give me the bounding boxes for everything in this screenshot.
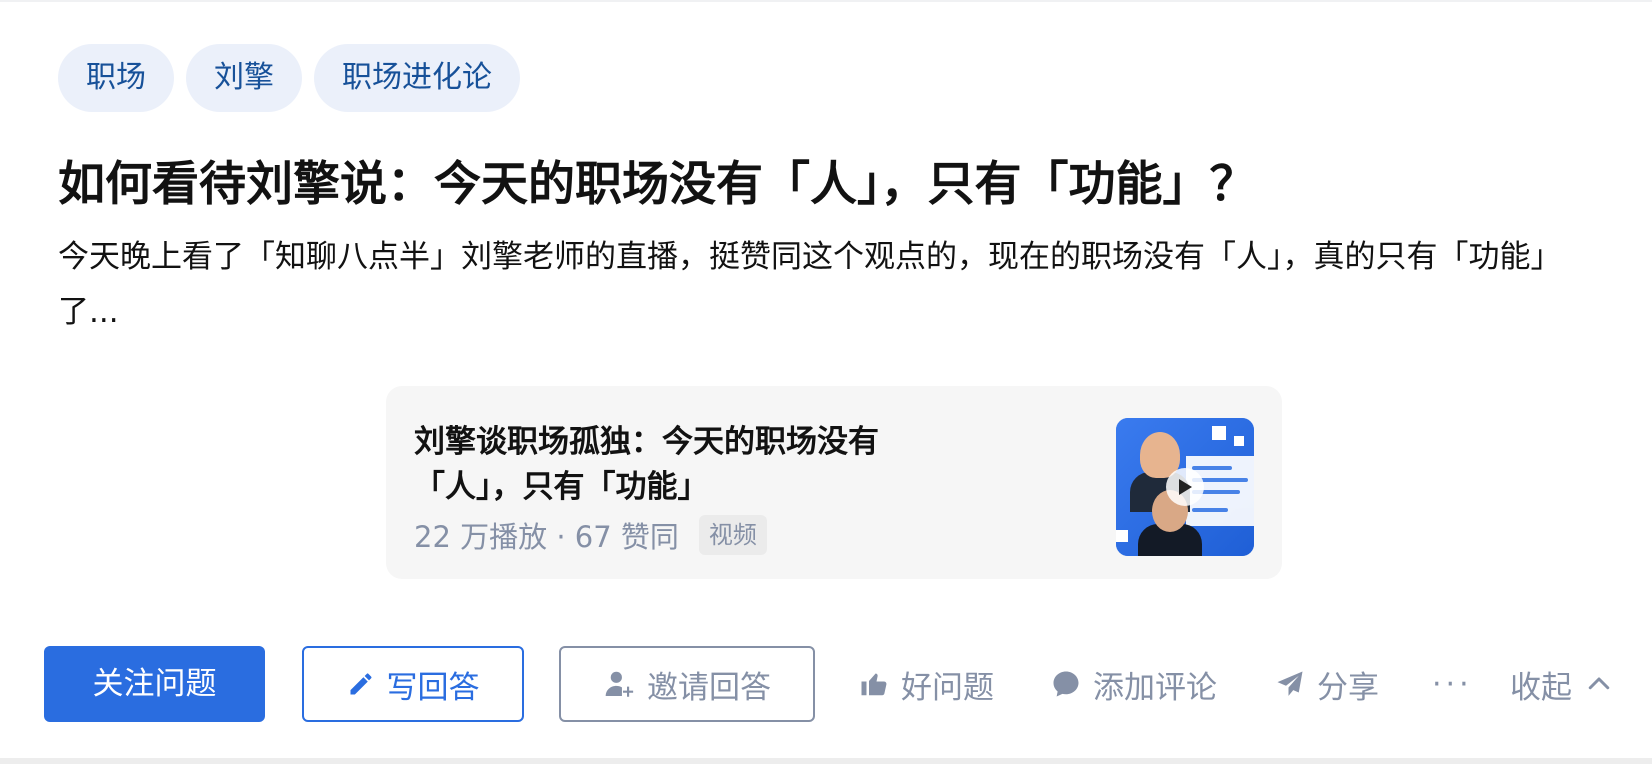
share-button[interactable]: 分享	[1275, 646, 1379, 722]
tag-liu-qing[interactable]: 刘擎	[186, 44, 302, 112]
play-icon[interactable]	[1166, 468, 1204, 506]
topic-tags: 职场 刘擎 职场进化论	[58, 44, 520, 112]
good-question-label: 好问题	[901, 669, 994, 706]
action-bar: 关注问题 写回答 邀请回答 好问题 添加评论 分享 ··· 收起	[44, 646, 1624, 722]
follow-question-button[interactable]: 关注问题	[44, 646, 265, 722]
collapse-button[interactable]: 收起	[1510, 646, 1614, 722]
tag-workplace[interactable]: 职场	[58, 44, 174, 112]
add-comment-label: 添加评论	[1093, 669, 1217, 706]
video-title[interactable]: 刘擎谈职场孤独：今天的职场没有「人」，只有「功能」	[414, 420, 974, 510]
tag-workplace-evolution[interactable]: 职场进化论	[314, 44, 520, 112]
invite-user-icon	[603, 668, 635, 700]
video-thumbnail[interactable]	[1116, 418, 1254, 556]
add-comment-button[interactable]: 添加评论	[1051, 646, 1217, 722]
video-card[interactable]: 刘擎谈职场孤独：今天的职场没有「人」，只有「功能」 22 万播放 · 67 赞同…	[386, 386, 1282, 579]
thumbs-up-icon	[859, 669, 889, 699]
collapse-label: 收起	[1510, 669, 1572, 706]
invite-answer-button[interactable]: 邀请回答	[559, 646, 815, 722]
comment-icon	[1051, 669, 1081, 699]
write-answer-label: 写回答	[386, 669, 480, 706]
question-card: 职场 刘擎 职场进化论 如何看待刘擎说：今天的职场没有「人」，只有「功能」？ 今…	[0, 0, 1652, 764]
write-answer-button[interactable]: 写回答	[302, 646, 524, 722]
more-button[interactable]: ···	[1432, 646, 1473, 722]
question-title[interactable]: 如何看待刘擎说：今天的职场没有「人」，只有「功能」？	[58, 150, 1618, 220]
pencil-icon	[347, 670, 375, 698]
good-question-button[interactable]: 好问题	[859, 646, 994, 722]
invite-answer-label: 邀请回答	[647, 669, 771, 706]
video-meta-row: 22 万播放 · 67 赞同 视频	[414, 514, 767, 556]
paper-plane-icon	[1275, 669, 1305, 699]
share-label: 分享	[1317, 669, 1379, 706]
video-stats: 22 万播放 · 67 赞同	[414, 520, 679, 554]
question-excerpt: 今天晚上看了「知聊八点半」刘擎老师的直播，挺赞同这个观点的，现在的职场没有「人」…	[58, 239, 1562, 330]
video-badge: 视频	[698, 515, 767, 555]
chevron-up-icon	[1584, 669, 1614, 699]
top-divider	[0, 0, 1652, 2]
bottom-divider	[0, 758, 1652, 764]
